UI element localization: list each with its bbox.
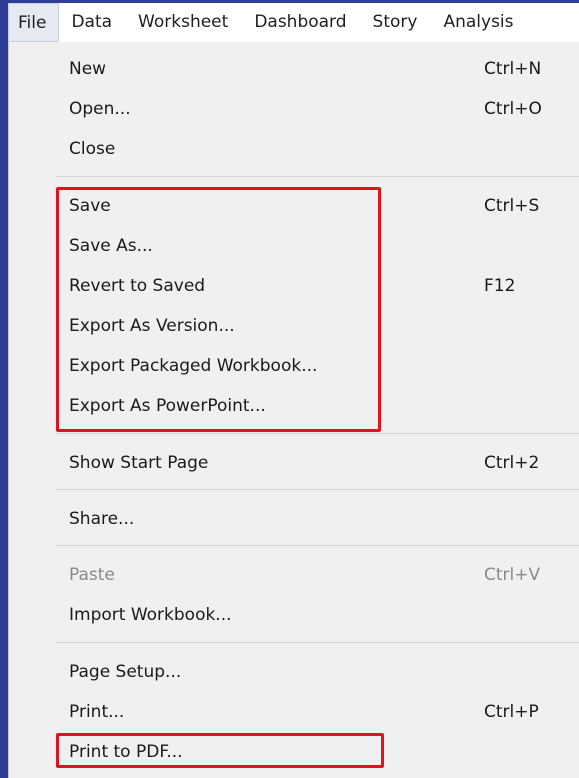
menu-item-label: Show Start Page <box>69 453 209 473</box>
menu-item-label: Share... <box>69 509 135 529</box>
menu-item-label: Print... <box>69 702 125 722</box>
menu-item-label: Page Setup... <box>69 662 182 682</box>
menu-file[interactable]: File <box>8 3 60 42</box>
menu-analysis[interactable]: Analysis <box>431 3 527 42</box>
menu-item-close[interactable]: Close <box>9 129 579 169</box>
menu-item-paste: Paste Ctrl+V <box>9 555 579 595</box>
menu-item-print[interactable]: Print... Ctrl+P <box>9 692 579 732</box>
menu-item-shortcut: F12 <box>484 276 516 296</box>
file-menu-dropdown: New Ctrl+N Open... Ctrl+O Close Save Ctr… <box>8 42 579 778</box>
menu-separator <box>55 545 579 546</box>
menu-item-label: Paste <box>69 565 115 585</box>
menu-item-label: Open... <box>69 99 131 119</box>
menu-separator <box>55 642 579 643</box>
menu-separator <box>55 489 579 490</box>
menu-item-shortcut: Ctrl+N <box>484 59 542 79</box>
menu-item-label: Close <box>69 139 116 159</box>
menu-item-shortcut: Ctrl+O <box>484 99 542 119</box>
menu-item-import-workbook[interactable]: Import Workbook... <box>9 595 579 635</box>
menu-item-page-setup[interactable]: Page Setup... <box>9 652 579 692</box>
menu-story[interactable]: Story <box>361 3 432 42</box>
highlight-box-print-to-pdf <box>56 733 384 768</box>
menu-dashboard[interactable]: Dashboard <box>242 3 360 42</box>
menu-bar: File Data Worksheet Dashboard Story Anal… <box>8 3 579 42</box>
menu-separator <box>55 176 579 177</box>
menu-item-new[interactable]: New Ctrl+N <box>9 49 579 89</box>
menu-item-label: New <box>69 59 107 79</box>
menu-separator <box>55 433 579 434</box>
menu-item-open[interactable]: Open... Ctrl+O <box>9 89 579 129</box>
menu-data[interactable]: Data <box>59 3 126 42</box>
menu-item-shortcut: Ctrl+V <box>484 565 541 585</box>
menu-item-shortcut: Ctrl+S <box>484 196 540 216</box>
menu-item-show-start-page[interactable]: Show Start Page Ctrl+2 <box>9 443 579 483</box>
menu-worksheet[interactable]: Worksheet <box>126 3 242 42</box>
app-background: File Data Worksheet Dashboard Story Anal… <box>0 0 579 778</box>
menu-item-share[interactable]: Share... <box>9 499 579 539</box>
highlight-box-save-group <box>56 187 381 432</box>
menu-item-shortcut: Ctrl+P <box>484 702 539 722</box>
menu-item-shortcut: Ctrl+2 <box>484 453 540 473</box>
menu-item-label: Import Workbook... <box>69 605 232 625</box>
